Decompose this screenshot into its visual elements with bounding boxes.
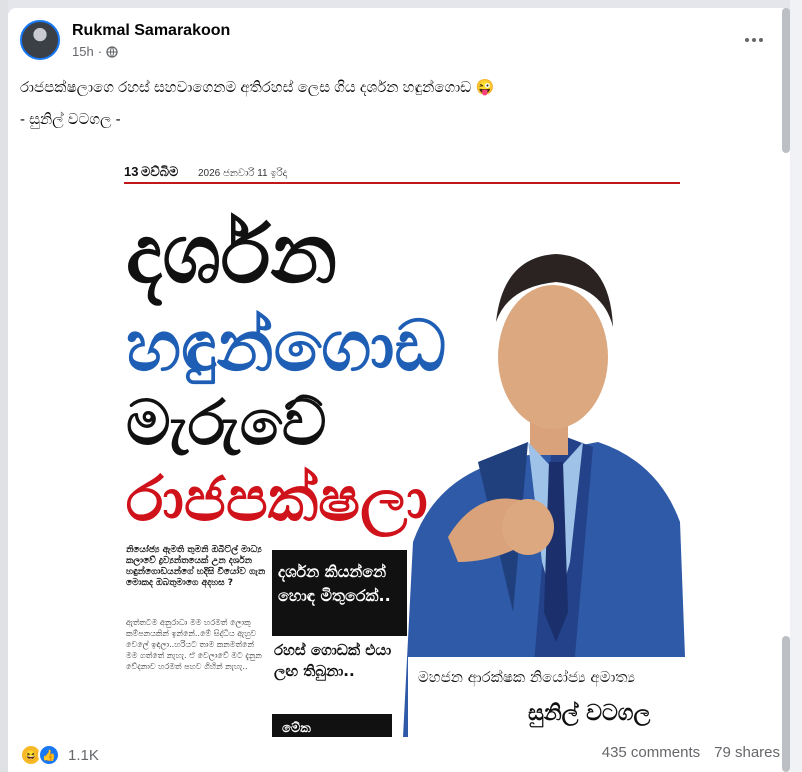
author-name[interactable]: Rukmal Samarakoon <box>72 22 230 40</box>
post-time[interactable]: 15h <box>72 44 94 59</box>
post-text-line-2: - සුනිල් වටගල - <box>20 111 121 128</box>
headline-line-3: මැරුවේ <box>126 386 327 459</box>
page-scrollbar-thumb[interactable] <box>782 636 790 772</box>
meta-separator: · <box>97 44 103 59</box>
post-stats: 435 comments 79 shares <box>602 744 780 761</box>
post-meta: 15h · <box>72 44 118 59</box>
headline-line-2: හඳුන්ගොඩ <box>126 305 446 387</box>
scrollbar-thumb[interactable] <box>782 8 790 153</box>
masthead-page: 13 <box>124 164 138 179</box>
post-footer: 😆 👍 1.1K 435 comments 79 shares <box>20 738 780 768</box>
lead-question-box: නියෝජ්‍ය ඇමති තුමනි ඔබිට්ල් මාධ්‍ය කලාවේ… <box>126 545 266 588</box>
body-text: ඇත්තටම අනුරාධා මම හරමත් ලොකු කම්පනයකින් … <box>126 618 262 671</box>
quote-1: දර්ශන කියන්නේ හොඳ මිතුරෙක්.. <box>278 562 391 605</box>
newspaper-clipping: 13 මව්බිම 2026 ජනවාරි 11 ඉරිදා දර්ශන හඳු… <box>8 142 790 737</box>
quote-2: රහස් ගොඩක් එයා ලඟ තිබුනා.. <box>274 641 392 680</box>
body-text-box: ඇත්තටම අනුරාධා මම හරමත් ලොකු කම්පනයකින් … <box>126 618 262 671</box>
comments-count[interactable]: 435 comments <box>602 744 700 761</box>
globe-icon[interactable] <box>106 45 118 58</box>
caption-title: මහජන ආරක්ෂක නියෝජ්‍ය අමාත්‍ය <box>418 668 635 687</box>
headline-line-4: රාජපක්ෂලා <box>126 462 428 537</box>
reaction-summary[interactable]: 😆 👍 1.1K <box>20 744 99 766</box>
reaction-count[interactable]: 1.1K <box>68 747 99 764</box>
post-header: Rukmal Samarakoon 15h · <box>20 20 763 60</box>
headline-line-1: දර්ශන <box>126 207 337 306</box>
like-reaction-icon: 👍 <box>38 744 60 766</box>
lead-question: නියෝජ්‍ය ඇමති තුමනි ඔබිට්ල් මාධ්‍ය කලාවේ… <box>126 545 266 588</box>
avatar[interactable] <box>20 20 60 60</box>
more-options-icon[interactable] <box>738 24 770 56</box>
background-strip <box>0 0 8 772</box>
masthead-name: මව්බිම <box>141 164 179 179</box>
masthead-date: 2026 ජනවාරි 11 ඉරිදා <box>198 167 288 179</box>
post-text: රාජපක්ෂලාගෙ රහස් සහවාගෙනම අතිරහස් ලෙස ගි… <box>20 78 760 142</box>
quote-3: මේක <box>282 720 311 736</box>
scrollbar-track[interactable] <box>790 0 802 772</box>
post-text-line-1: රාජපක්ෂලාගෙ රහස් සහවාගෙනම අතිරහස් ලෙස ගි… <box>20 79 495 96</box>
post-card: Rukmal Samarakoon 15h · රාජපක්ෂලාගෙ රහස්… <box>8 8 790 772</box>
caption-name: සුනිල් වටගල <box>528 700 650 728</box>
shares-count[interactable]: 79 shares <box>714 744 780 761</box>
post-image[interactable]: 13 මව්බිම 2026 ජනවාරි 11 ඉරිදා දර්ශන හඳු… <box>8 142 790 737</box>
